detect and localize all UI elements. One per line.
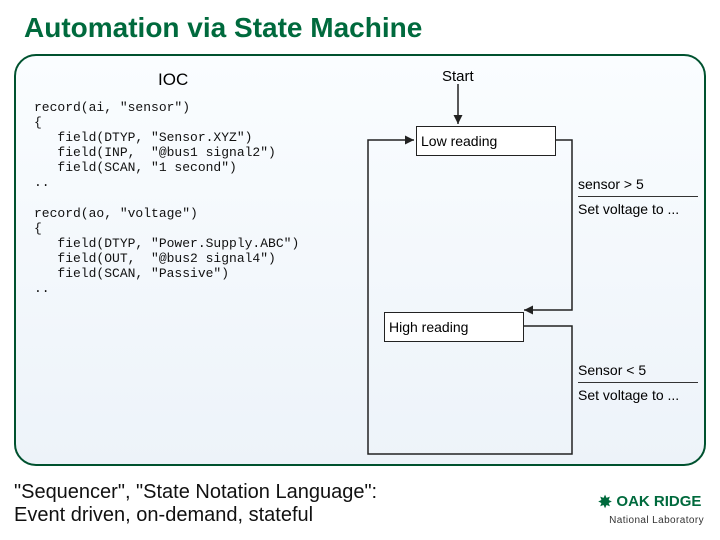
logo-main: OAK RIDGE <box>616 493 701 510</box>
logo-sub: National Laboratory <box>609 515 704 526</box>
state-high-text: High reading <box>389 319 468 335</box>
trans2-condition: Sensor < 5 <box>578 362 698 378</box>
trans-divider-1 <box>578 196 698 197</box>
transition-sensor-lt-5: Sensor < 5 Set voltage to ... <box>578 362 698 403</box>
trans-divider-2 <box>578 382 698 383</box>
trans2-action: Set voltage to ... <box>578 387 698 403</box>
slide-title: Automation via State Machine <box>0 0 720 50</box>
ornl-logo: ✸ OAK RIDGE National Laboratory <box>597 493 704 526</box>
start-label: Start <box>442 68 474 85</box>
state-low-reading: Low reading <box>416 126 556 156</box>
footer-text: "Sequencer", "State Notation Language": … <box>14 481 377 528</box>
leaf-icon: ✸ <box>597 492 612 512</box>
code-block: record(ai, "sensor") { field(DTYP, "Sens… <box>34 100 299 296</box>
ioc-heading: IOC <box>158 70 188 90</box>
trans1-action: Set voltage to ... <box>578 201 698 217</box>
footer-line2: Event driven, on-demand, stateful <box>14 504 377 528</box>
main-panel: IOC record(ai, "sensor") { field(DTYP, "… <box>14 54 706 466</box>
state-high-reading: High reading <box>384 312 524 342</box>
trans1-condition: sensor > 5 <box>578 176 698 192</box>
footer-line1: "Sequencer", "State Notation Language": <box>14 481 377 505</box>
transition-sensor-gt-5: sensor > 5 Set voltage to ... <box>578 176 698 217</box>
state-low-text: Low reading <box>421 133 497 149</box>
